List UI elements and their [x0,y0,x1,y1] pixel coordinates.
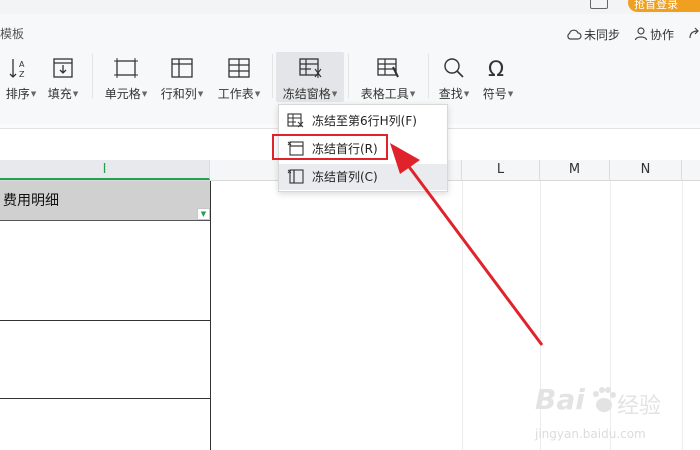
rows-columns-button[interactable]: 行和列▼ [157,52,207,102]
column-header-n[interactable]: N [610,160,682,180]
table-cell[interactable] [0,399,210,450]
fill-button[interactable]: 填充▼ [45,52,81,102]
paw-icon [593,387,616,412]
menu-item-label: 冻结首列(C) [312,170,378,184]
cloud-icon [567,29,582,40]
table-cell[interactable] [0,321,210,398]
table-tools-icon [377,58,399,78]
svg-text:Ω: Ω [488,57,504,79]
collab-label: 协作 [650,28,675,42]
login-button[interactable]: 抢首登录 [628,0,700,12]
table-cell[interactable] [0,222,210,320]
symbol-button[interactable]: Ω 符号▼ [478,52,518,102]
cell-label: 单元格 [104,87,141,101]
freeze-panes-label: 冻结窗格 [282,87,331,101]
column-header-m[interactable]: M [540,160,610,180]
worksheet-button[interactable]: 工作表▼ [213,52,265,102]
svg-text:A: A [19,60,25,69]
annotation-arrow [390,143,544,346]
sort-button[interactable]: A Z 排序▼ [2,52,40,102]
menu-item-freeze-to-cell[interactable]: 冻结至第6行H列(F) [279,108,447,134]
annotation-highlight-box [272,134,388,160]
find-label: 查找 [438,87,463,101]
omega-icon: Ω [488,57,504,79]
symbol-label: 符号 [482,87,507,101]
user-icon [634,27,648,41]
header-cell[interactable]: 费用明细 [0,181,210,221]
share-icon[interactable] [688,27,700,40]
sync-label: 未同步 [584,28,621,42]
ribbon-separator [272,54,273,98]
sort-icon: A Z [9,59,25,79]
watermark-logo: Bai [535,383,585,416]
freeze-panes-button[interactable]: 冻结窗格▼ [276,52,344,102]
fill-label: 填充 [47,87,72,101]
svg-text:Z: Z [19,70,25,79]
fill-icon [53,58,73,78]
ribbon-separator [92,54,93,98]
freeze-first-column-icon [287,169,304,184]
cell-button[interactable]: 单元格▼ [101,52,151,102]
freeze-panes-icon [299,58,322,78]
ribbon-separator [348,54,349,98]
table-border [210,181,211,450]
sort-label: 排序 [5,87,30,101]
menu-item-label: 冻结至第6行H列(F) [312,114,417,128]
ribbon-separator [428,54,429,98]
cell-icon [114,58,138,78]
rows-columns-label: 行和列 [160,87,197,101]
filter-dropdown-icon[interactable]: ▼ [197,208,210,220]
worksheet-icon [228,58,250,78]
tab-template[interactable]: 模板 [0,25,24,42]
watermark: Bai 经验 jingyan.baidu.com [535,383,695,443]
search-icon [444,58,464,78]
table-tools-label: 表格工具 [360,87,409,101]
find-button[interactable]: 查找▼ [434,52,474,102]
table-tools-button[interactable]: 表格工具▼ [356,52,420,102]
worksheet-label: 工作表 [217,87,254,101]
rows-columns-icon [171,58,193,78]
column-header-i[interactable]: I [0,160,210,180]
watermark-url: jingyan.baidu.com [535,427,646,441]
freeze-to-cell-icon [287,113,304,128]
watermark-text: 经验 [617,394,662,419]
window-icon[interactable] [590,0,608,9]
